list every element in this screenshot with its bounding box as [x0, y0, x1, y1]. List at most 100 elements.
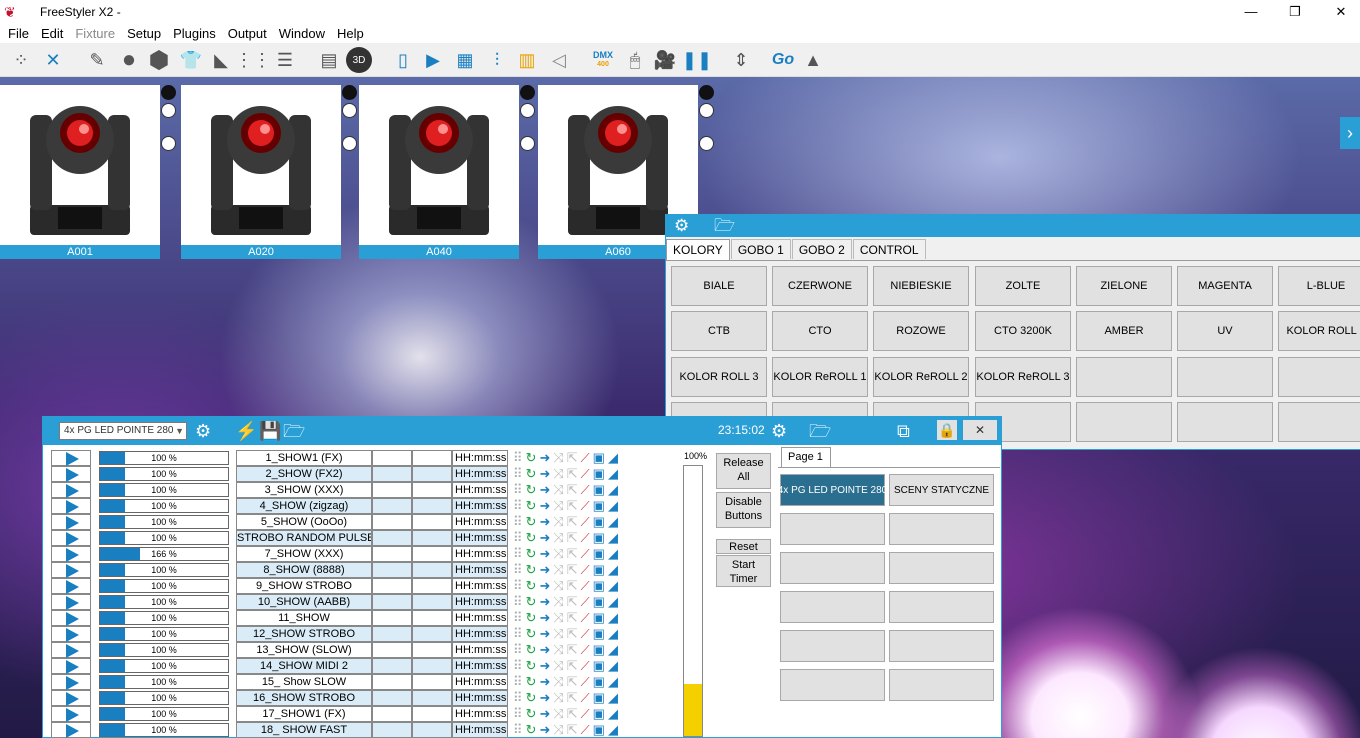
cue-cell[interactable] [372, 578, 412, 594]
ramp-icon[interactable]: ◢ [608, 514, 621, 529]
grid-icon[interactable]: ⠿ [513, 706, 526, 721]
play-button[interactable] [51, 690, 91, 706]
start-timer-button[interactable]: Start Timer [716, 555, 771, 587]
play-button[interactable] [51, 530, 91, 546]
cue-cell[interactable] [412, 658, 452, 674]
loop-icon[interactable]: ↻ [526, 594, 540, 609]
speed-slider[interactable]: 100 % [99, 627, 229, 641]
shuffle-icon[interactable]: ⤨ [553, 610, 566, 625]
arrow-right-icon[interactable]: ➜ [539, 690, 553, 705]
speed-slider[interactable]: 100 % [99, 691, 229, 705]
cue-name[interactable]: 16_SHOW STROBO [236, 690, 372, 706]
shuffle-icon[interactable]: ⤨ [553, 498, 566, 513]
shuffle-icon[interactable]: ⤨ [553, 562, 566, 577]
fade-icon[interactable]: ⟋ [581, 530, 593, 545]
loop-icon[interactable]: ↻ [526, 466, 540, 481]
ramp-icon[interactable]: ◢ [608, 450, 621, 465]
cue-time[interactable]: HH:mm:ss [452, 690, 508, 706]
play-button[interactable] [51, 674, 91, 690]
cursor-icon[interactable]: ⇱ [567, 658, 581, 673]
master-fader-icon[interactable]: ⇕ [728, 47, 754, 73]
menu-setup[interactable]: Setup [121, 26, 167, 41]
fixture-icon[interactable]: ▣ [593, 578, 608, 593]
grid-icon[interactable]: ⠿ [513, 658, 526, 673]
cue-cell[interactable] [412, 610, 452, 626]
page-button[interactable] [889, 552, 994, 584]
cursor-icon[interactable]: ⇱ [567, 690, 581, 705]
loop-icon[interactable]: ↻ [526, 690, 540, 705]
fixture-toggle[interactable] [342, 136, 357, 151]
cue-time[interactable]: HH:mm:ss [452, 514, 508, 530]
play-button[interactable] [51, 514, 91, 530]
cue-time[interactable]: HH:mm:ss [452, 546, 508, 562]
fade-icon[interactable]: ⟋ [581, 514, 593, 529]
fade-icon[interactable]: ⟋ [581, 626, 593, 641]
ramp-icon[interactable]: ◢ [608, 674, 621, 689]
gobo-button[interactable]: KOLOR ReROLL 3 [975, 357, 1071, 397]
minimize-button[interactable]: — [1228, 0, 1274, 23]
fixture-icon[interactable]: ▣ [593, 450, 608, 465]
gear-icon[interactable]: ⚙ [195, 421, 211, 441]
cue-cell[interactable] [372, 610, 412, 626]
menu-output[interactable]: Output [222, 26, 273, 41]
cue-cell[interactable] [412, 642, 452, 658]
cue-name[interactable]: 5_SHOW (OoOo) [236, 514, 372, 530]
play-button[interactable] [51, 546, 91, 562]
unselect-icon[interactable]: ✕ [40, 47, 66, 73]
fixture-toggle[interactable] [520, 103, 535, 118]
cue-cell[interactable] [372, 562, 412, 578]
fade-icon[interactable]: ⟋ [581, 578, 593, 593]
cursor-icon[interactable]: ⇱ [567, 674, 581, 689]
cursor-icon[interactable]: ⇱ [567, 482, 581, 497]
shuffle-icon[interactable]: ⤨ [553, 450, 566, 465]
page-button[interactable] [889, 591, 994, 623]
speed-slider[interactable]: 100 % [99, 675, 229, 689]
play-button[interactable] [51, 466, 91, 482]
fixture-icon[interactable]: ▣ [593, 546, 608, 561]
page-button[interactable] [780, 513, 885, 545]
cue-cell[interactable] [372, 514, 412, 530]
fade-icon[interactable]: ⟋ [581, 594, 593, 609]
shuffle-icon[interactable]: ⤨ [553, 514, 566, 529]
ramp-icon[interactable]: ◢ [608, 546, 621, 561]
gobo-button[interactable]: UV [1177, 311, 1273, 351]
cue-cell[interactable] [412, 706, 452, 722]
fixture-icon[interactable]: 🎥 [652, 47, 678, 73]
gobo-button[interactable]: CTO 3200K [975, 311, 1071, 351]
cue-time[interactable]: HH:mm:ss [452, 578, 508, 594]
fixture-a040[interactable]: A040 [359, 85, 519, 259]
ramp-icon[interactable]: ◢ [608, 578, 621, 593]
play-icon[interactable]: ▶ [420, 47, 446, 73]
release-all-button[interactable]: Release All [716, 453, 771, 489]
cue-cell[interactable] [412, 722, 452, 738]
ramp-icon[interactable]: ◢ [608, 498, 621, 513]
cue-time[interactable]: HH:mm:ss [452, 610, 508, 626]
play-button[interactable] [51, 658, 91, 674]
play-button[interactable] [51, 594, 91, 610]
cue-time[interactable]: HH:mm:ss [452, 674, 508, 690]
fixture-icon[interactable]: ▣ [593, 642, 608, 657]
slope-icon[interactable]: ◣ [208, 47, 234, 73]
menu-edit[interactable]: Edit [35, 26, 69, 41]
cue-name[interactable]: 4_SHOW (zigzag) [236, 498, 372, 514]
speed-slider[interactable]: 100 % [99, 499, 229, 513]
fixture-toggle[interactable] [520, 85, 535, 100]
cue-name[interactable]: 9_SHOW STROBO [236, 578, 372, 594]
fade-icon[interactable]: ⟋ [581, 466, 593, 481]
cursor-icon[interactable]: ⇱ [567, 626, 581, 641]
cue-cell[interactable] [372, 546, 412, 562]
folder-open-icon[interactable]: 🗁 [809, 421, 831, 441]
cue-name[interactable]: 17_SHOW1 (FX) [236, 706, 372, 722]
fade-icon[interactable]: ⟋ [581, 722, 593, 737]
cue-time[interactable]: HH:mm:ss [452, 466, 508, 482]
ramp-icon[interactable]: ◢ [608, 626, 621, 641]
speed-slider[interactable]: 100 % [99, 723, 229, 737]
speed-slider[interactable]: 166 % [99, 547, 229, 561]
cursor-icon[interactable]: ⇱ [567, 514, 581, 529]
document-icon[interactable]: ▯ [390, 47, 416, 73]
close-button[interactable]: ✕ [1318, 0, 1360, 23]
grid-icon[interactable]: ⠿ [513, 690, 526, 705]
gobo-button[interactable]: BIALE [671, 266, 767, 306]
fade-icon[interactable]: ⟋ [581, 498, 593, 513]
gobo-button[interactable] [1177, 402, 1273, 442]
